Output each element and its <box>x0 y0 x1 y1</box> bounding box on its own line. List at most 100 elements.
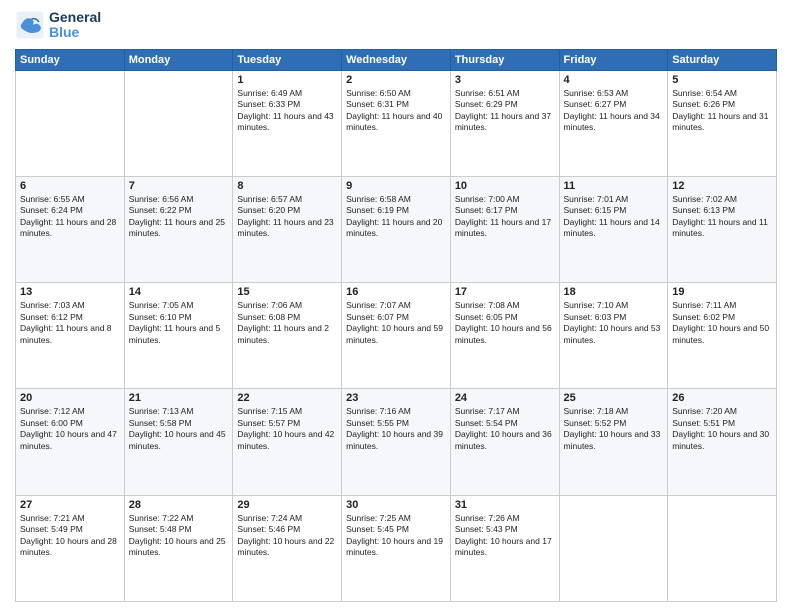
day-number: 7 <box>129 180 229 192</box>
calendar-cell: 13 Sunrise: 7:03 AM Sunset: 6:12 PM Dayli… <box>16 283 125 389</box>
calendar-table: SundayMondayTuesdayWednesdayThursdayFrid… <box>15 49 777 602</box>
calendar-cell: 19Sunrise: 7:11 AM Sunset: 6:02 PM Dayli… <box>668 283 777 389</box>
day-number: 3 <box>455 74 555 86</box>
day-number: 8 <box>237 180 337 192</box>
cell-info: Sunrise: 7:20 AM Sunset: 5:51 PM Dayligh… <box>672 406 772 452</box>
calendar-week-row: 13 Sunrise: 7:03 AM Sunset: 6:12 PM Dayli… <box>16 283 777 389</box>
day-number: 23 <box>346 392 446 404</box>
calendar-cell: 20 Sunrise: 7:12 AM Sunset: 6:00 PM Dayli… <box>16 389 125 495</box>
cell-info: Sunrise: 6:57 AM Sunset: 6:20 PM Dayligh… <box>237 194 337 240</box>
page: General Blue SundayMondayTuesdayWednesda… <box>0 0 792 612</box>
calendar-cell: 21Sunrise: 7:13 AM Sunset: 5:58 PM Dayli… <box>124 389 233 495</box>
day-number: 31 <box>455 499 555 511</box>
day-number: 4 <box>564 74 664 86</box>
cell-info: Sunrise: 7:01 AM Sunset: 6:15 PM Dayligh… <box>564 194 664 240</box>
calendar-cell: 18 Sunrise: 7:10 AM Sunset: 6:03 PM Dayli… <box>559 283 668 389</box>
day-number: 10 <box>455 180 555 192</box>
calendar-week-row: 20 Sunrise: 7:12 AM Sunset: 6:00 PM Dayli… <box>16 389 777 495</box>
cell-info: Sunrise: 7:11 AM Sunset: 6:02 PM Dayligh… <box>672 300 772 346</box>
calendar-cell: 12 Sunrise: 7:02 AM Sunset: 6:13 PM Dayli… <box>668 177 777 283</box>
cell-info: Sunrise: 7:00 AM Sunset: 6:17 PM Dayligh… <box>455 194 555 240</box>
logo: General Blue <box>15 10 101 41</box>
cell-info: Sunrise: 6:53 AM Sunset: 6:27 PM Dayligh… <box>564 88 664 134</box>
calendar-cell: 4 Sunrise: 6:53 AM Sunset: 6:27 PM Daylig… <box>559 70 668 176</box>
day-number: 2 <box>346 74 446 86</box>
calendar-day-header: Saturday <box>668 49 777 70</box>
day-number: 6 <box>20 180 120 192</box>
calendar-cell: 14 Sunrise: 7:05 AM Sunset: 6:10 PM Dayli… <box>124 283 233 389</box>
cell-info: Sunrise: 7:22 AM Sunset: 5:48 PM Dayligh… <box>129 513 229 559</box>
calendar-header-row: SundayMondayTuesdayWednesdayThursdayFrid… <box>16 49 777 70</box>
cell-info: Sunrise: 7:15 AM Sunset: 5:57 PM Dayligh… <box>237 406 337 452</box>
calendar-cell: 16 Sunrise: 7:07 AM Sunset: 6:07 PM Dayli… <box>342 283 451 389</box>
cell-info: Sunrise: 6:58 AM Sunset: 6:19 PM Dayligh… <box>346 194 446 240</box>
calendar-cell: 22 Sunrise: 7:15 AM Sunset: 5:57 PM Dayli… <box>233 389 342 495</box>
calendar-cell: 28 Sunrise: 7:22 AM Sunset: 5:48 PM Dayli… <box>124 495 233 601</box>
cell-info: Sunrise: 6:56 AM Sunset: 6:22 PM Dayligh… <box>129 194 229 240</box>
calendar-cell <box>668 495 777 601</box>
calendar-cell: 24Sunrise: 7:17 AM Sunset: 5:54 PM Dayli… <box>450 389 559 495</box>
logo-icon <box>15 10 45 40</box>
calendar-day-header: Friday <box>559 49 668 70</box>
day-number: 30 <box>346 499 446 511</box>
calendar-cell <box>16 70 125 176</box>
day-number: 13 <box>20 286 120 298</box>
cell-info: Sunrise: 6:51 AM Sunset: 6:29 PM Dayligh… <box>455 88 555 134</box>
cell-info: Sunrise: 7:25 AM Sunset: 5:45 PM Dayligh… <box>346 513 446 559</box>
calendar-day-header: Sunday <box>16 49 125 70</box>
cell-info: Sunrise: 7:17 AM Sunset: 5:54 PM Dayligh… <box>455 406 555 452</box>
cell-info: Sunrise: 7:02 AM Sunset: 6:13 PM Dayligh… <box>672 194 772 240</box>
calendar-week-row: 6Sunrise: 6:55 AM Sunset: 6:24 PM Daylig… <box>16 177 777 283</box>
calendar-cell: 29 Sunrise: 7:24 AM Sunset: 5:46 PM Dayli… <box>233 495 342 601</box>
cell-info: Sunrise: 7:12 AM Sunset: 6:00 PM Dayligh… <box>20 406 120 452</box>
calendar-cell <box>124 70 233 176</box>
logo-text: General Blue <box>49 10 101 41</box>
calendar-cell: 27 Sunrise: 7:21 AM Sunset: 5:49 PM Dayli… <box>16 495 125 601</box>
day-number: 29 <box>237 499 337 511</box>
calendar-cell: 31Sunrise: 7:26 AM Sunset: 5:43 PM Dayli… <box>450 495 559 601</box>
day-number: 12 <box>672 180 772 192</box>
day-number: 22 <box>237 392 337 404</box>
day-number: 20 <box>20 392 120 404</box>
day-number: 25 <box>564 392 664 404</box>
day-number: 16 <box>346 286 446 298</box>
calendar-cell: 23 Sunrise: 7:16 AM Sunset: 5:55 PM Dayli… <box>342 389 451 495</box>
calendar-cell: 15Sunrise: 7:06 AM Sunset: 6:08 PM Dayli… <box>233 283 342 389</box>
cell-info: Sunrise: 7:05 AM Sunset: 6:10 PM Dayligh… <box>129 300 229 346</box>
day-number: 18 <box>564 286 664 298</box>
day-number: 1 <box>237 74 337 86</box>
calendar-day-header: Wednesday <box>342 49 451 70</box>
cell-info: Sunrise: 7:24 AM Sunset: 5:46 PM Dayligh… <box>237 513 337 559</box>
calendar-day-header: Thursday <box>450 49 559 70</box>
cell-info: Sunrise: 7:21 AM Sunset: 5:49 PM Dayligh… <box>20 513 120 559</box>
cell-info: Sunrise: 7:18 AM Sunset: 5:52 PM Dayligh… <box>564 406 664 452</box>
day-number: 14 <box>129 286 229 298</box>
cell-info: Sunrise: 7:08 AM Sunset: 6:05 PM Dayligh… <box>455 300 555 346</box>
calendar-cell: 2 Sunrise: 6:50 AM Sunset: 6:31 PM Daylig… <box>342 70 451 176</box>
cell-info: Sunrise: 6:50 AM Sunset: 6:31 PM Dayligh… <box>346 88 446 134</box>
header: General Blue <box>15 10 777 41</box>
cell-info: Sunrise: 6:49 AM Sunset: 6:33 PM Dayligh… <box>237 88 337 134</box>
day-number: 26 <box>672 392 772 404</box>
calendar-cell: 1 Sunrise: 6:49 AM Sunset: 6:33 PM Daylig… <box>233 70 342 176</box>
calendar-cell: 11Sunrise: 7:01 AM Sunset: 6:15 PM Dayli… <box>559 177 668 283</box>
day-number: 27 <box>20 499 120 511</box>
calendar-cell: 9 Sunrise: 6:58 AM Sunset: 6:19 PM Daylig… <box>342 177 451 283</box>
day-number: 21 <box>129 392 229 404</box>
calendar-cell: 30 Sunrise: 7:25 AM Sunset: 5:45 PM Dayli… <box>342 495 451 601</box>
calendar-cell: 25 Sunrise: 7:18 AM Sunset: 5:52 PM Dayli… <box>559 389 668 495</box>
calendar-cell: 3 Sunrise: 6:51 AM Sunset: 6:29 PM Daylig… <box>450 70 559 176</box>
day-number: 28 <box>129 499 229 511</box>
cell-info: Sunrise: 7:07 AM Sunset: 6:07 PM Dayligh… <box>346 300 446 346</box>
calendar-cell: 6Sunrise: 6:55 AM Sunset: 6:24 PM Daylig… <box>16 177 125 283</box>
day-number: 17 <box>455 286 555 298</box>
cell-info: Sunrise: 7:16 AM Sunset: 5:55 PM Dayligh… <box>346 406 446 452</box>
calendar-week-row: 27 Sunrise: 7:21 AM Sunset: 5:49 PM Dayli… <box>16 495 777 601</box>
calendar-cell <box>559 495 668 601</box>
calendar-week-row: 1 Sunrise: 6:49 AM Sunset: 6:33 PM Daylig… <box>16 70 777 176</box>
cell-info: Sunrise: 7:10 AM Sunset: 6:03 PM Dayligh… <box>564 300 664 346</box>
cell-info: Sunrise: 7:03 AM Sunset: 6:12 PM Dayligh… <box>20 300 120 346</box>
day-number: 9 <box>346 180 446 192</box>
cell-info: Sunrise: 7:06 AM Sunset: 6:08 PM Dayligh… <box>237 300 337 346</box>
calendar-day-header: Tuesday <box>233 49 342 70</box>
